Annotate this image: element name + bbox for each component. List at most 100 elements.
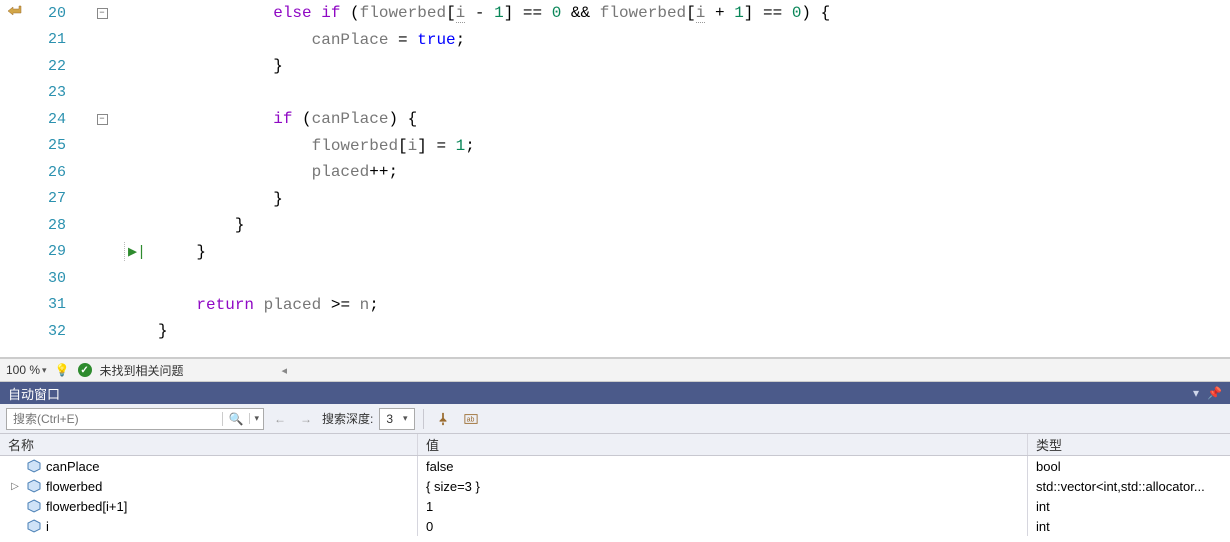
line-number: 20 xyxy=(28,5,88,22)
code-text[interactable]: canPlace = true; xyxy=(158,31,465,49)
code-line[interactable]: 32} xyxy=(0,318,1230,345)
code-line[interactable]: 30 xyxy=(0,265,1230,292)
autos-row[interactable]: flowerbed[i+1] 1int xyxy=(0,496,1230,516)
code-editor[interactable]: 20− else if (flowerbed[i - 1] == 0 && fl… xyxy=(0,0,1230,358)
search-depth-select[interactable]: 3 ▾ xyxy=(379,408,414,430)
zoom-level[interactable]: 100 % ▾ xyxy=(6,363,47,377)
code-line[interactable]: 22 } xyxy=(0,53,1230,80)
search-depth-label: 搜索深度: xyxy=(322,410,373,427)
autos-cell-value[interactable]: 1 xyxy=(418,496,1028,516)
chevron-down-icon[interactable]: ▾ xyxy=(249,413,263,424)
search-icon[interactable]: 🔍 xyxy=(222,412,250,426)
code-line[interactable]: 31 return placed >= n; xyxy=(0,292,1230,319)
autos-var-name: canPlace xyxy=(46,459,99,474)
autos-cell-type: bool xyxy=(1028,456,1230,476)
toolbar-separator xyxy=(423,409,424,429)
fold-collapse-icon[interactable]: − xyxy=(97,114,108,125)
autos-panel-header[interactable]: 自动窗口 ▾ 📌 xyxy=(0,382,1230,404)
autos-cell-name[interactable]: ▷ flowerbed xyxy=(0,476,418,496)
autos-var-name: flowerbed xyxy=(46,479,102,494)
pin-icon[interactable]: 📌 xyxy=(1207,386,1222,400)
line-number: 28 xyxy=(28,217,88,234)
fold-gutter[interactable]: − xyxy=(88,8,116,19)
autos-var-name: flowerbed[i+1] xyxy=(46,499,127,514)
code-text[interactable]: return placed >= n; xyxy=(158,296,379,314)
chevron-down-icon: ▾ xyxy=(42,365,47,376)
return-arrow-icon xyxy=(0,4,28,23)
search-depth-value: 3 xyxy=(386,412,393,426)
code-line[interactable]: 27 } xyxy=(0,186,1230,213)
line-number: 32 xyxy=(28,323,88,340)
autos-search-box[interactable]: 🔍 ▾ xyxy=(6,408,264,430)
exec-pointer-icon: ▶| xyxy=(128,244,146,261)
code-line[interactable]: 20− else if (flowerbed[i - 1] == 0 && fl… xyxy=(0,0,1230,27)
autos-row[interactable]: ▷ flowerbed { size=3 }std::vector<int,std:… xyxy=(0,476,1230,496)
nav-forward-icon[interactable]: → xyxy=(296,412,316,426)
fold-gutter[interactable]: − xyxy=(88,114,116,125)
code-line[interactable]: 23 xyxy=(0,80,1230,107)
autos-grid-header: 名称 值 类型 xyxy=(0,434,1230,456)
exec-gutter: ▶| xyxy=(116,242,158,261)
autos-search-input[interactable] xyxy=(7,412,222,426)
autos-row[interactable]: canPlace falsebool xyxy=(0,456,1230,476)
code-text[interactable]: } xyxy=(158,243,206,261)
autos-cell-type: int xyxy=(1028,516,1230,536)
line-number: 31 xyxy=(28,296,88,313)
autos-cell-name[interactable]: canPlace xyxy=(0,456,418,476)
code-text[interactable]: if (canPlace) { xyxy=(158,110,417,128)
line-number: 29 xyxy=(28,243,88,260)
code-line[interactable]: 29 ▶| } xyxy=(0,239,1230,266)
issues-text: 未找到相关问题 xyxy=(100,362,184,379)
code-text[interactable]: flowerbed[i] = 1; xyxy=(158,137,475,155)
autos-toolbar: 🔍 ▾ ← → 搜索深度: 3 ▾ ab xyxy=(0,404,1230,434)
code-line[interactable]: 25 flowerbed[i] = 1; xyxy=(0,133,1230,160)
header-name[interactable]: 名称 xyxy=(0,434,418,455)
nav-back-icon[interactable]: ← xyxy=(270,412,290,426)
code-line[interactable]: 28 } xyxy=(0,212,1230,239)
code-text[interactable]: } xyxy=(158,216,244,234)
line-number: 30 xyxy=(28,270,88,287)
header-value[interactable]: 值 xyxy=(418,434,1028,455)
autos-panel-title: 自动窗口 xyxy=(8,384,60,403)
expand-icon[interactable]: ▷ xyxy=(8,481,22,492)
code-line[interactable]: 24− if (canPlace) { xyxy=(0,106,1230,133)
line-number: 21 xyxy=(28,31,88,48)
svg-text:ab: ab xyxy=(466,416,474,423)
check-circle-icon: ✓ xyxy=(78,363,92,377)
fold-collapse-icon[interactable]: − xyxy=(97,8,108,19)
line-number: 25 xyxy=(28,137,88,154)
autos-cell-type: std::vector<int,std::allocator... xyxy=(1028,476,1230,496)
window-options-icon[interactable]: ▾ xyxy=(1193,386,1199,400)
line-number: 26 xyxy=(28,164,88,181)
zoom-value: 100 % xyxy=(6,363,40,377)
pin-column-icon[interactable] xyxy=(432,408,454,430)
code-text[interactable]: } xyxy=(158,190,283,208)
code-line[interactable]: 21 canPlace = true; xyxy=(0,27,1230,54)
code-text[interactable]: } xyxy=(158,57,283,75)
editor-status-bar: 100 % ▾ 💡 ✓ 未找到相关问题 ◂ xyxy=(0,358,1230,382)
autos-cell-value[interactable]: false xyxy=(418,456,1028,476)
code-text[interactable]: else if (flowerbed[i - 1] == 0 && flower… xyxy=(158,4,830,22)
variable-icon xyxy=(26,518,42,534)
autos-cell-name[interactable]: i xyxy=(0,516,418,536)
chevron-down-icon: ▾ xyxy=(403,413,408,424)
line-number: 27 xyxy=(28,190,88,207)
string-view-icon[interactable]: ab xyxy=(460,408,482,430)
autos-row[interactable]: i0int xyxy=(0,516,1230,536)
code-text[interactable]: } xyxy=(158,322,168,340)
line-number: 24 xyxy=(28,111,88,128)
autos-cell-name[interactable]: flowerbed[i+1] xyxy=(0,496,418,516)
autos-cell-value[interactable]: 0 xyxy=(418,516,1028,536)
loading-icon: ◂ xyxy=(282,364,288,377)
code-text[interactable]: placed++; xyxy=(158,163,398,181)
header-type[interactable]: 类型 xyxy=(1028,434,1230,455)
autos-grid[interactable]: 名称 值 类型 canPlace falsebool ▷ flowerbed { siz… xyxy=(0,434,1230,542)
line-number: 22 xyxy=(28,58,88,75)
variable-icon xyxy=(26,478,42,494)
variable-icon xyxy=(26,498,42,514)
code-line[interactable]: 26 placed++; xyxy=(0,159,1230,186)
lightbulb-icon[interactable]: 💡 xyxy=(55,363,70,377)
autos-cell-type: int xyxy=(1028,496,1230,516)
line-number: 23 xyxy=(28,84,88,101)
autos-cell-value[interactable]: { size=3 } xyxy=(418,476,1028,496)
